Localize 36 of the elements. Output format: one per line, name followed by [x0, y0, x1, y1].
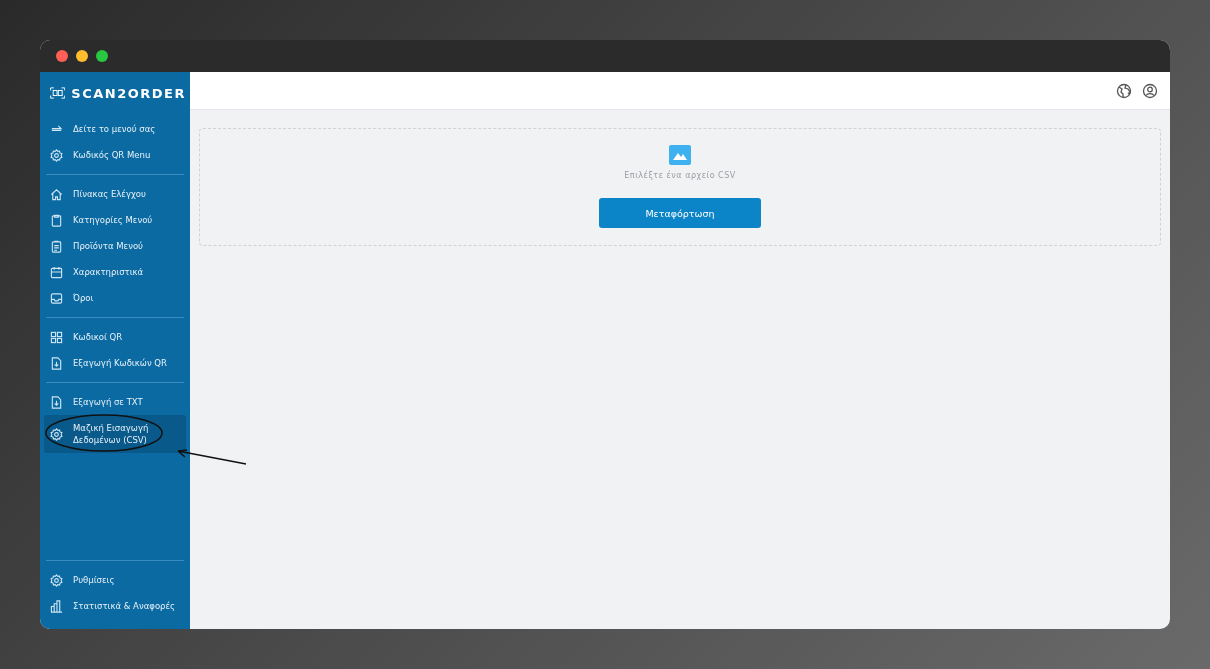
sidebar-item[interactable]: Στατιστικά & Αναφορές — [44, 593, 186, 619]
sidebar-item[interactable]: Κατηγορίες Μενού — [44, 207, 186, 233]
list-icon — [50, 239, 63, 253]
brand-logo: SCAN2ORDER — [71, 85, 186, 101]
upload-dropzone[interactable]: Επιλέξτε ένα αρχείο CSV Μεταφόρτωση — [199, 128, 1161, 246]
sidebar-item[interactable]: Μαζική Εισαγωγή Δεδομένων (CSV) — [44, 415, 186, 453]
close-button[interactable] — [56, 50, 68, 62]
download-file-icon — [50, 356, 63, 370]
clipboard-icon — [50, 213, 63, 227]
sidebar-item[interactable]: Κωδικοί QR — [44, 324, 186, 350]
sidebar-item[interactable]: Όροι — [44, 285, 186, 311]
sidebar-item[interactable]: Ρυθμίσεις — [44, 567, 186, 593]
calendar-icon — [50, 265, 63, 279]
bar-chart-icon — [50, 599, 63, 613]
grid-icon — [50, 330, 63, 344]
settings-icon — [50, 148, 63, 162]
sidebar-item[interactable]: Προϊόντα Μενού — [44, 233, 186, 259]
globe-icon[interactable] — [1116, 82, 1132, 99]
settings-icon — [50, 427, 63, 441]
sidebar-item[interactable]: Χαρακτηριστικά — [44, 259, 186, 285]
user-icon[interactable] — [1142, 82, 1158, 99]
image-icon — [669, 145, 691, 165]
maximize-button[interactable] — [96, 50, 108, 62]
inbox-icon — [50, 291, 63, 305]
sidebar-item[interactable]: Εξαγωγή σε TXT — [44, 389, 186, 415]
sidebar-item[interactable]: Εξαγωγή Κωδικών QR — [44, 350, 186, 376]
upload-hint: Επιλέξτε ένα αρχείο CSV — [624, 171, 736, 180]
sidebar-item[interactable]: Πίνακας Ελέγχου — [44, 181, 186, 207]
minimize-button[interactable] — [76, 50, 88, 62]
settings-icon — [50, 573, 63, 587]
sidebar-item[interactable]: Κωδικός QR Menu — [44, 142, 186, 168]
download-file-icon — [50, 395, 63, 409]
sidebar-item[interactable]: Δείτε το μενού σας — [44, 116, 186, 142]
upload-button[interactable]: Μεταφόρτωση — [599, 198, 761, 228]
home-icon — [50, 187, 63, 201]
qr-frame-icon — [50, 84, 66, 102]
